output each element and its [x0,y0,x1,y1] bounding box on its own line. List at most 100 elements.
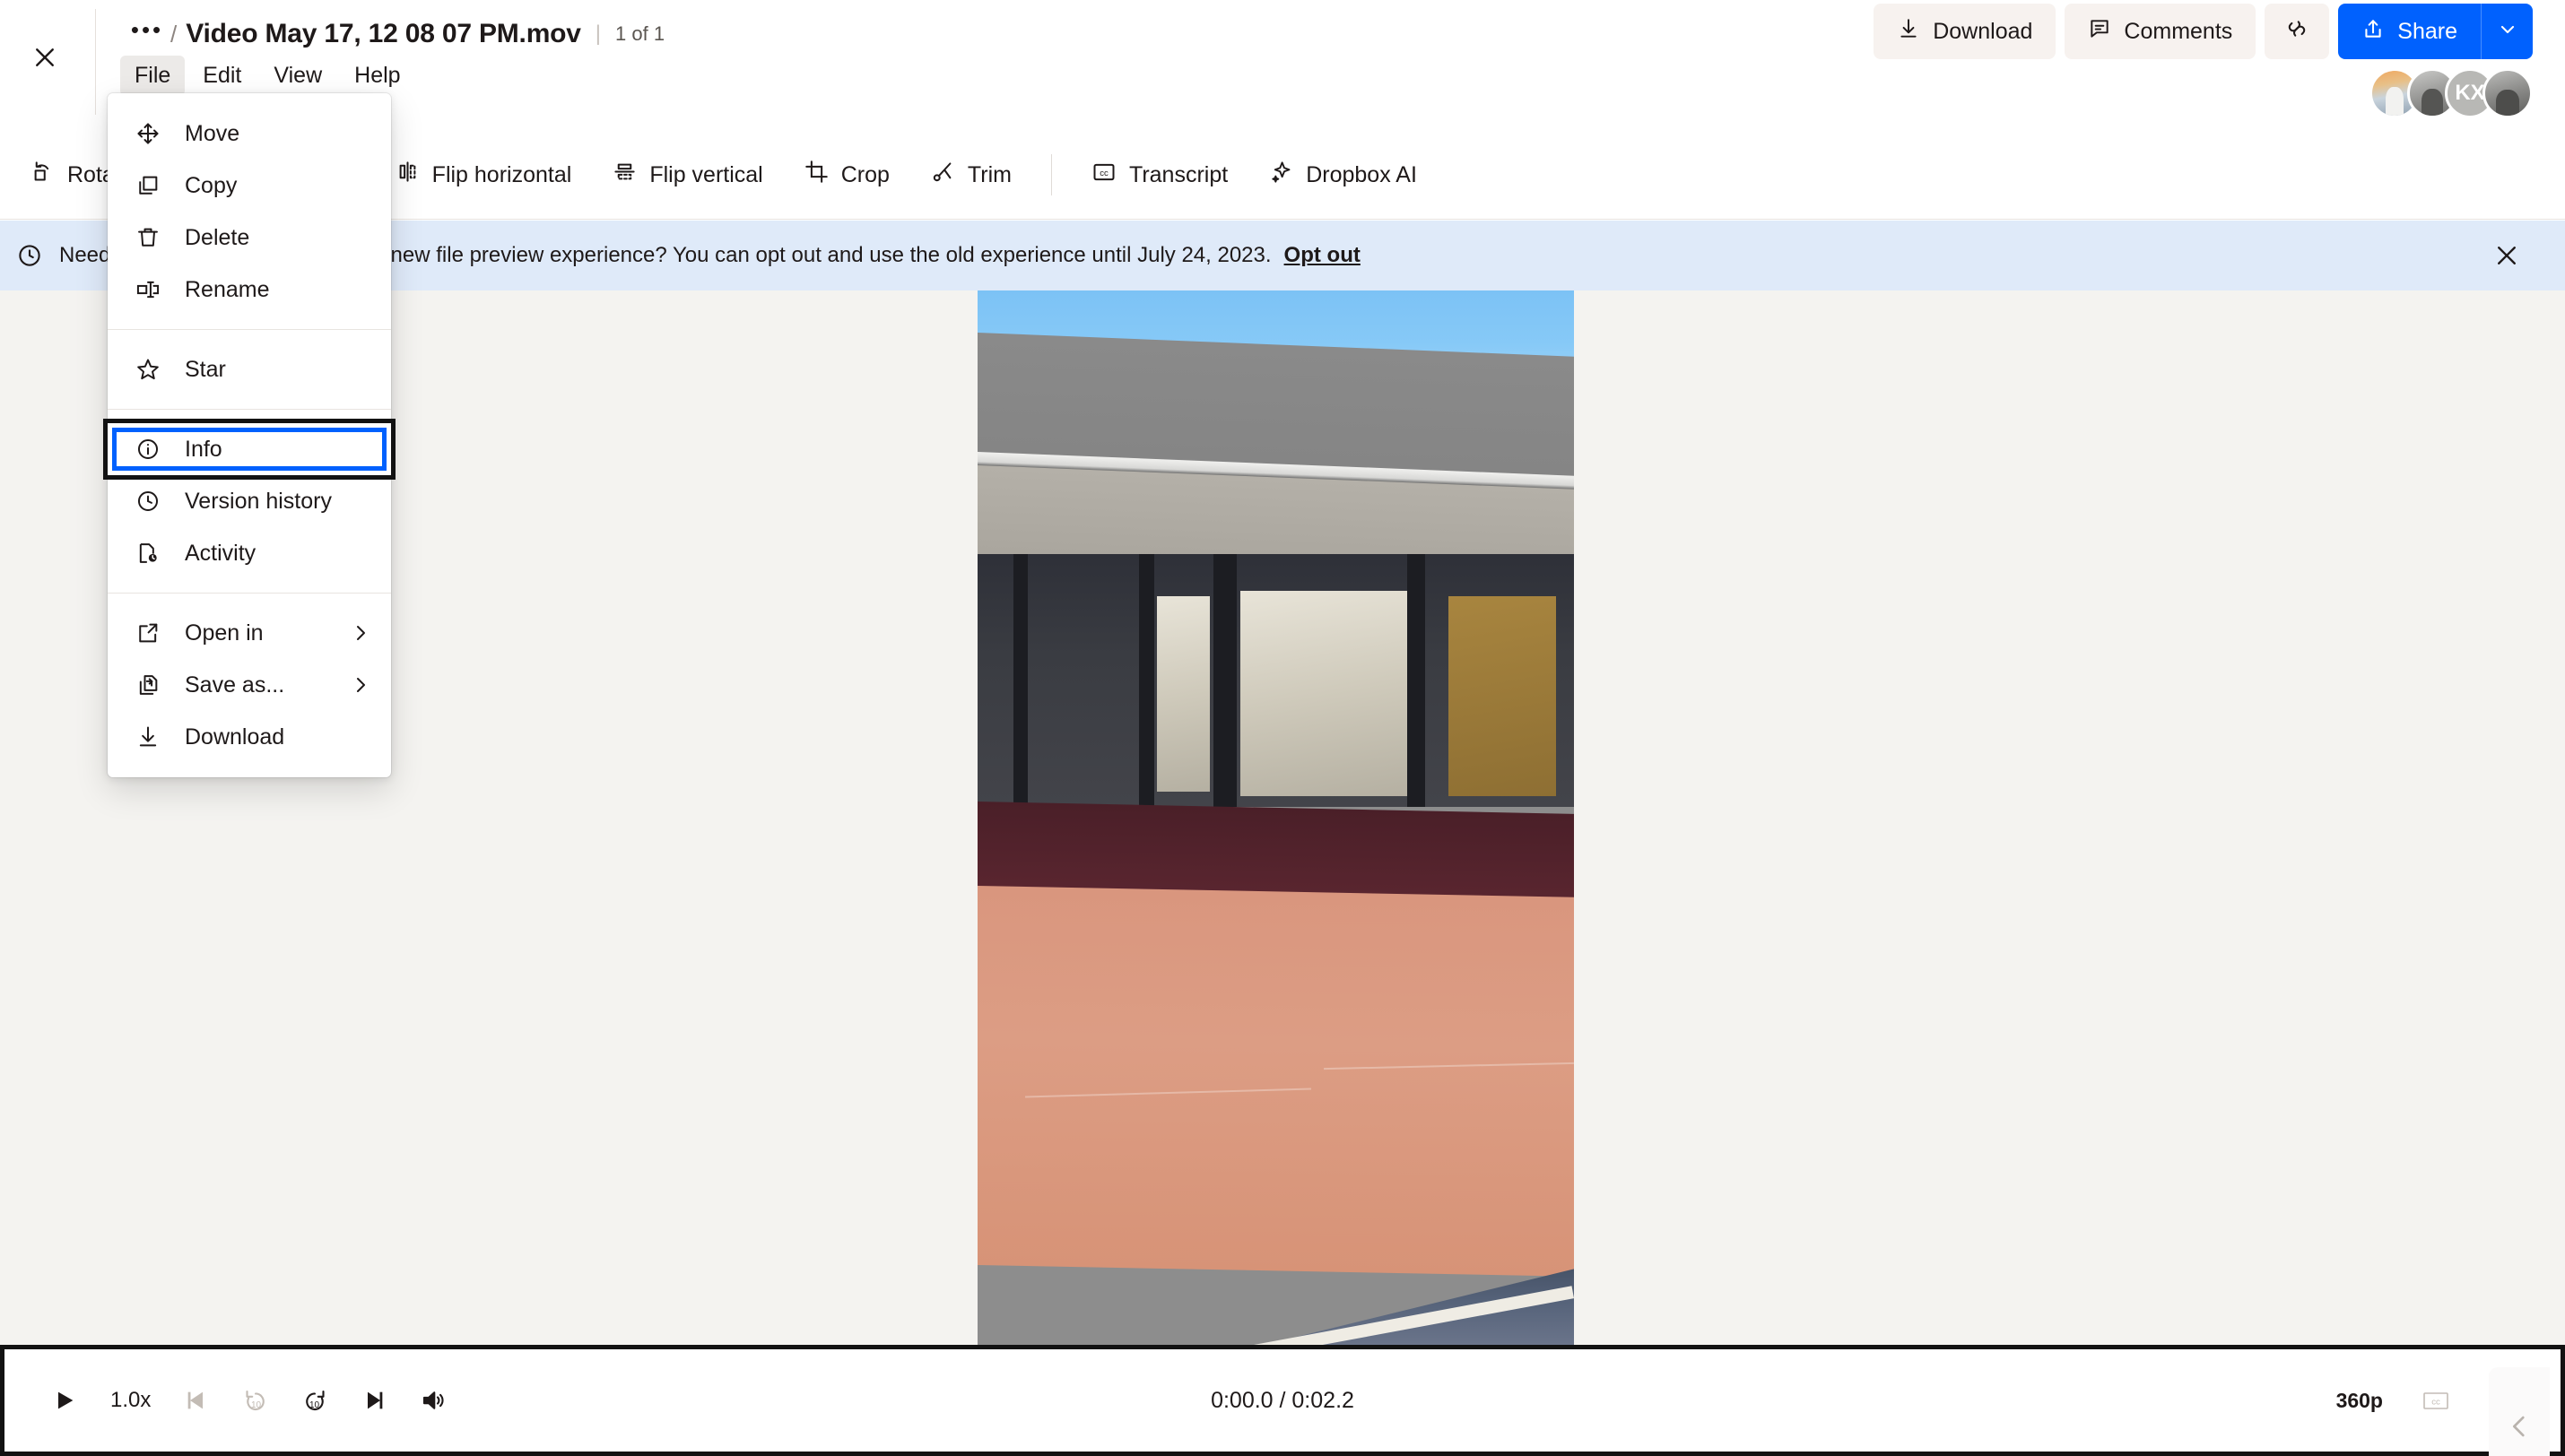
menu-separator [108,593,391,594]
breadcrumb-separator: / [170,20,178,48]
toolbar-trim-button[interactable]: Trim [913,148,1030,202]
crop-icon [804,160,829,190]
comments-button-label: Comments [2124,18,2233,44]
svg-text:cc: cc [2431,1397,2440,1407]
menu-item-version-history-label: Version history [185,488,332,514]
player-right-controls: 360p cc [2320,1367,2550,1456]
chevron-down-icon [2497,19,2518,45]
play-button[interactable] [37,1373,92,1428]
sparkle-icon [1269,160,1293,190]
menu-item-save-as[interactable]: Save as... [108,659,391,711]
rename-icon [133,277,163,302]
menubar-file[interactable]: File [120,56,186,96]
player-left-controls: 1.0x 10 10 [37,1373,461,1428]
menubar-view[interactable]: View [259,56,336,96]
copy-link-button[interactable] [2265,4,2330,59]
captions-button[interactable]: cc [2408,1373,2464,1428]
close-preview-button[interactable] [13,25,77,90]
svg-text:10: 10 [251,1400,262,1410]
toolbar-transcript-button[interactable]: cc Transcript [1074,148,1246,202]
breadcrumb-overflow-button[interactable]: ••• [126,15,169,53]
svg-text:10: 10 [309,1400,320,1410]
toolbar-trim-label: Trim [967,161,1012,187]
download-button-label: Download [1933,18,2033,44]
copy-icon [133,173,163,198]
avatar[interactable] [2482,68,2533,118]
menubar-help[interactable]: Help [340,56,414,96]
page-count-label: 1 of 1 [615,22,665,45]
menu-item-move[interactable]: Move [108,108,391,160]
download-button[interactable]: Download [1874,4,2056,59]
banner-close-button[interactable] [2481,230,2533,282]
menu-item-download[interactable]: Download [108,711,391,763]
closed-caption-icon: cc [1091,160,1117,191]
menu-item-save-as-label: Save as... [185,672,285,698]
file-dropdown-menu: Move Copy Delete Rename Star Info Versio… [103,93,396,777]
chevron-right-icon [350,622,371,644]
quality-button[interactable]: 360p [2320,1375,2399,1426]
menubar-edit[interactable]: Edit [188,56,256,96]
menu-item-copy[interactable]: Copy [108,160,391,212]
clock-icon [133,489,163,514]
volume-button[interactable] [405,1373,461,1428]
opt-out-link[interactable]: Opt out [1284,243,1361,268]
previous-button[interactable] [169,1373,224,1428]
menu-item-star[interactable]: Star [108,343,391,395]
share-button-label: Share [2397,18,2457,44]
menu-item-download-label: Download [185,724,285,750]
menu-item-activity[interactable]: Activity [108,527,391,579]
playback-speed-button[interactable]: 1.0x [96,1375,165,1426]
menu-item-move-label: Move [185,120,240,146]
forward-10-button[interactable]: 10 [287,1373,343,1428]
flip-horizontal-icon [396,160,420,190]
breadcrumb: ••• / Video May 17, 12 08 07 PM.mov | 1 … [126,13,665,56]
toolbar-crop-button[interactable]: Crop [787,148,908,202]
video-mullion [1406,554,1425,808]
save-as-icon [133,672,163,698]
menu-item-star-label: Star [185,356,226,382]
download-icon [1897,17,1920,47]
menu-item-open-in[interactable]: Open in [108,607,391,659]
toolbar-flip-horizontal-label: Flip horizontal [431,161,572,187]
side-panel-toggle-button[interactable] [2489,1367,2550,1456]
menu-item-info[interactable]: Info [103,419,396,480]
menu-item-rename-label: Rename [185,276,270,302]
trim-icon [931,160,955,190]
video-glass-pane [1239,591,1407,797]
menu-item-version-history[interactable]: Version history [108,475,391,527]
toolbar-divider [1050,154,1052,195]
menu-bar: File Edit View Help [120,56,415,96]
menu-item-delete[interactable]: Delete [108,212,391,264]
file-preview-app: ••• / Video May 17, 12 08 07 PM.mov | 1 … [0,0,2565,1456]
toolbar-flip-vertical-label: Flip vertical [649,161,763,187]
video-mullion [1138,554,1154,808]
next-button[interactable] [346,1373,402,1428]
video-door-panel [1448,596,1557,797]
toolbar-flip-horizontal-button[interactable]: Flip horizontal [378,148,590,202]
link-icon [2284,16,2309,48]
share-button-group: Share [2338,4,2533,59]
collaborator-avatars: KX [2369,68,2533,118]
menu-item-rename[interactable]: Rename [108,264,391,316]
toolbar-dropbox-ai-button[interactable]: Dropbox AI [1251,148,1435,202]
info-icon [133,437,163,462]
toolbar-crop-label: Crop [840,161,890,187]
download-icon [133,724,163,750]
video-mullion [1013,554,1028,808]
share-dropdown-button[interactable] [2481,4,2533,59]
menu-item-info-label: Info [185,436,222,462]
toolbar-flip-vertical-button[interactable]: Flip vertical [595,148,780,202]
header-divider [95,9,96,115]
star-icon [133,357,163,382]
comments-button[interactable]: Comments [2065,4,2256,59]
video-player-controls: 1.0x 10 10 0:00.0 / 0:02.2 360p cc [0,1345,2565,1456]
video-glass-pane [1156,596,1211,792]
title-pipe-separator: | [595,22,602,46]
chevron-right-icon [350,674,371,696]
share-button[interactable]: Share [2338,4,2481,59]
rewind-10-button[interactable]: 10 [228,1373,283,1428]
chevron-left-icon [2504,1411,2535,1446]
video-player-surface[interactable] [978,290,1574,1345]
comment-icon [2088,17,2111,47]
header-actions: Download Comments Share [1874,4,2533,59]
